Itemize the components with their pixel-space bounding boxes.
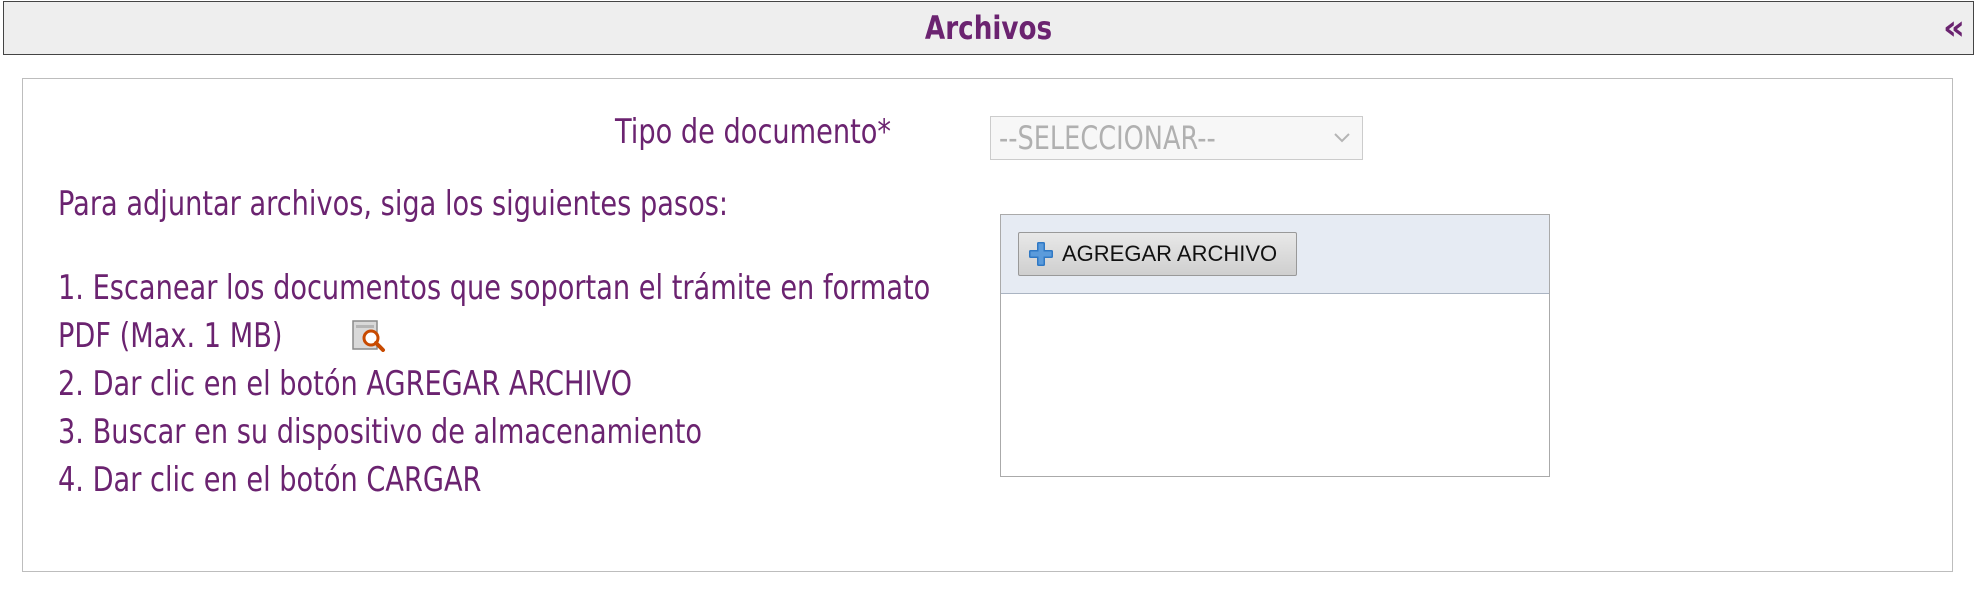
add-file-button[interactable]: AGREGAR ARCHIVO <box>1018 232 1297 276</box>
uploaded-files-list <box>1001 294 1549 476</box>
doc-type-select[interactable]: --SELECCIONAR-- <box>990 116 1363 160</box>
uploader-toolbar: AGREGAR ARCHIVO <box>1001 215 1549 294</box>
doc-type-label-text: Tipo de documento* <box>615 112 892 152</box>
instruction-step-4-text: 4. Dar clic en el botón CARGAR <box>58 460 482 500</box>
instruction-step-1-line-1: 1. Escanear los documentos que soportan … <box>58 268 931 308</box>
instructions-intro-text: Para adjuntar archivos, siga los siguien… <box>58 184 729 224</box>
instruction-step-1-line-2: PDF (Max. 1 MB) <box>58 316 283 356</box>
instruction-step-3-text: 3. Buscar en su dispositivo de almacenam… <box>58 412 702 452</box>
instruction-step-2-text: 2. Dar clic en el botón AGREGAR ARCHIVO <box>58 364 633 404</box>
collapse-button[interactable]: « <box>1943 8 1965 48</box>
instruction-step-4: 4. Dar clic en el botón CARGAR <box>58 456 587 504</box>
instructions-intro: Para adjuntar archivos, siga los siguien… <box>58 180 896 228</box>
magnifier-document-icon[interactable] <box>352 320 386 352</box>
instruction-step-1-cont: PDF (Max. 1 MB) <box>58 312 339 360</box>
instruction-step-2: 2. Dar clic en el botón AGREGAR ARCHIVO <box>58 360 776 408</box>
doc-type-label: Tipo de documento* <box>615 108 960 156</box>
panel-header: Archivos « <box>3 1 1974 55</box>
instruction-step-3: 3. Buscar en su dispositivo de almacenam… <box>58 408 863 456</box>
file-uploader: AGREGAR ARCHIVO <box>1000 214 1550 477</box>
panel-title: Archivos <box>924 9 1053 47</box>
instruction-step-1: 1. Escanear los documentos que soportan … <box>58 264 1148 312</box>
chevron-down-icon <box>1334 133 1350 143</box>
add-file-button-label: AGREGAR ARCHIVO <box>1062 241 1278 266</box>
plus-icon <box>1029 242 1053 266</box>
doc-type-selected-value: --SELECCIONAR-- <box>999 119 1216 157</box>
